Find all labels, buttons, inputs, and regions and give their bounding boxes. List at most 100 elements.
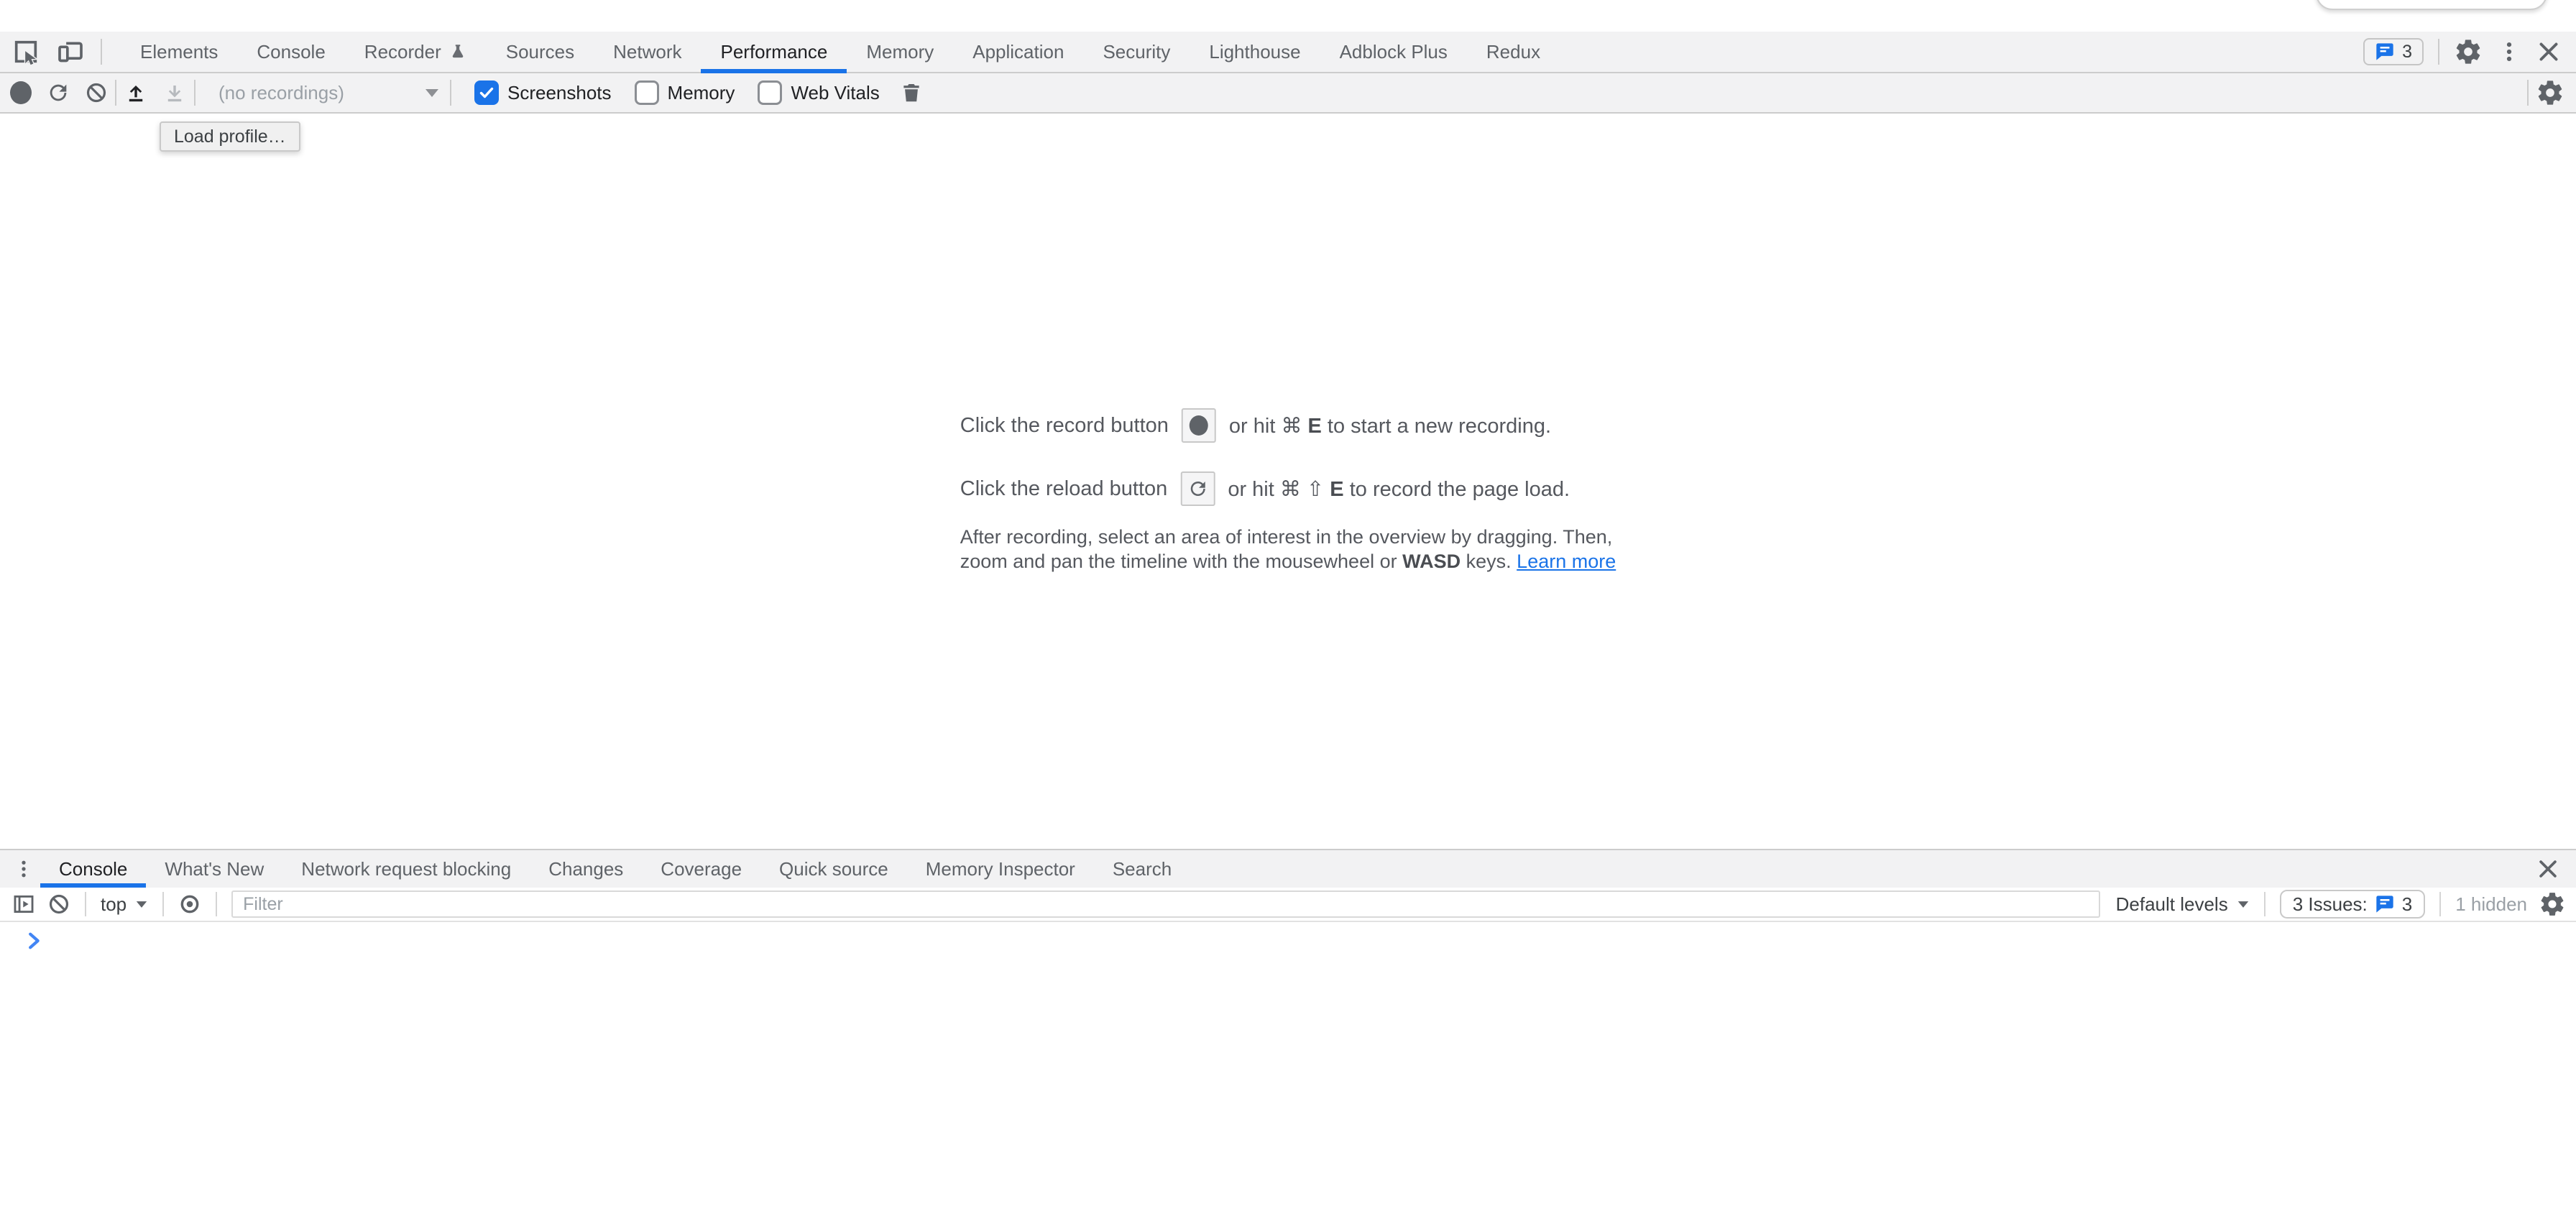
checkbox-checked-icon xyxy=(474,80,499,105)
tab-network[interactable]: Network xyxy=(594,32,701,72)
console-sidebar-icon[interactable] xyxy=(12,892,36,916)
divider xyxy=(2264,892,2266,916)
console-issues-chip[interactable]: 3 Issues: 3 xyxy=(2280,890,2426,919)
kebab-menu-icon[interactable] xyxy=(2497,40,2521,64)
divider xyxy=(162,892,164,916)
drawer-tab-search[interactable]: Search xyxy=(1094,850,1190,888)
eye-icon[interactable] xyxy=(178,893,201,916)
divider xyxy=(85,892,86,916)
tab-console[interactable]: Console xyxy=(237,32,344,72)
clear-icon[interactable] xyxy=(85,81,108,104)
tab-sources[interactable]: Sources xyxy=(487,32,594,72)
tab-label: Performance xyxy=(720,41,827,63)
drawer-tab-memory-inspector[interactable]: Memory Inspector xyxy=(907,850,1094,888)
drawer-tab-quick-source[interactable]: Quick source xyxy=(760,850,907,888)
chevron-down-icon xyxy=(137,901,147,908)
tab-label: Recorder xyxy=(364,41,441,63)
drawer-tab-changes[interactable]: Changes xyxy=(530,850,642,888)
log-levels-select[interactable]: Default levels xyxy=(2116,893,2250,916)
import-icon[interactable] xyxy=(124,80,148,105)
tab-label: Lighthouse xyxy=(1209,41,1300,63)
issues-count: 3 xyxy=(2402,42,2412,63)
record-icon[interactable] xyxy=(10,81,32,104)
close-icon[interactable] xyxy=(2536,39,2562,65)
log-levels-value: Default levels xyxy=(2116,893,2228,916)
tab-recorder[interactable]: Recorder xyxy=(345,32,487,72)
reload-button[interactable] xyxy=(1180,471,1215,506)
screenshots-checkbox[interactable]: Screenshots xyxy=(474,80,612,105)
drawer-tab-coverage[interactable]: Coverage xyxy=(642,850,760,888)
console-toolbar: top Default levels 3 Issues: 3 xyxy=(0,888,2576,922)
tab-label: What's New xyxy=(165,858,264,880)
console-messages-area[interactable] xyxy=(0,922,2576,1206)
tips-text: zoom and pan the timeline with the mouse… xyxy=(960,551,1397,572)
tips-line2: zoom and pan the timeline with the mouse… xyxy=(960,549,1616,574)
clear-console-icon[interactable] xyxy=(47,893,70,916)
tab-label: Network request blocking xyxy=(301,858,511,880)
hint-text: or hit xyxy=(1229,415,1275,438)
hint-text: to record the page load. xyxy=(1350,478,1570,501)
web-vitals-checkbox[interactable]: Web Vitals xyxy=(758,80,879,105)
tips-line1: After recording, select an area of inter… xyxy=(960,525,1616,549)
drawer-kebab-menu-icon[interactable] xyxy=(13,857,34,881)
tab-performance[interactable]: Performance xyxy=(701,32,847,72)
export-icon[interactable] xyxy=(162,80,187,105)
tab-elements[interactable]: Elements xyxy=(121,32,237,72)
memory-checkbox[interactable]: Memory xyxy=(635,80,735,105)
issues-chat-icon xyxy=(2375,42,2395,61)
drawer-tab-whats-new[interactable]: What's New xyxy=(146,850,282,888)
console-settings-gear-icon[interactable] xyxy=(2539,890,2566,918)
load-profile-tooltip: Load profile… xyxy=(160,121,300,152)
record-hint-shortcut: or hit ⌘ E to start a new recording. xyxy=(1229,413,1551,438)
tab-label: Redux xyxy=(1486,41,1540,63)
context-select-value: top xyxy=(101,893,126,916)
chevron-down-icon xyxy=(2238,901,2248,908)
reload-hint-shortcut: or hit ⌘ ⇧ E to record the page load. xyxy=(1228,477,1570,502)
context-select[interactable]: top xyxy=(101,893,148,916)
browser-strip xyxy=(0,0,2576,32)
hidden-count: 1 hidden xyxy=(2455,893,2527,916)
drawer-close-icon[interactable] xyxy=(2536,857,2560,881)
tab-security[interactable]: Security xyxy=(1083,32,1190,72)
main-tabs: Elements Console Recorder Sources Networ… xyxy=(121,32,1560,72)
device-toolbar-icon[interactable] xyxy=(56,37,85,66)
reload-icon[interactable] xyxy=(46,80,70,105)
floating-pill xyxy=(2316,0,2547,10)
tab-memory[interactable]: Memory xyxy=(847,32,953,72)
e-key: E xyxy=(1330,478,1343,501)
landing-instructions: Click the record button or hit ⌘ E to st… xyxy=(960,408,1616,574)
tab-label: Search xyxy=(1113,858,1172,880)
checkbox-label: Memory xyxy=(668,82,735,104)
drawer-tabbar: Console What's New Network request block… xyxy=(0,850,2576,888)
issues-chat-icon xyxy=(2375,895,2395,913)
tab-lighthouse[interactable]: Lighthouse xyxy=(1190,32,1320,72)
tab-adblock-plus[interactable]: Adblock Plus xyxy=(1320,32,1467,72)
tab-label: Application xyxy=(972,41,1064,63)
tab-label: Security xyxy=(1103,41,1170,63)
tab-label: Console xyxy=(257,41,325,63)
inspect-icon[interactable] xyxy=(12,37,40,66)
record-hint-row: Click the record button or hit ⌘ E to st… xyxy=(960,408,1616,443)
chevron-down-icon xyxy=(426,89,438,97)
record-button[interactable] xyxy=(1182,408,1216,443)
tab-label: Elements xyxy=(140,41,218,63)
recordings-select[interactable]: (no recordings) xyxy=(218,82,443,104)
gear-icon[interactable] xyxy=(2536,78,2564,107)
tab-redux[interactable]: Redux xyxy=(1467,32,1560,72)
tooltip-label: Load profile… xyxy=(174,126,286,147)
issues-chip[interactable]: 3 xyxy=(2363,38,2424,65)
tips-text: keys. xyxy=(1466,551,1512,572)
tab-application[interactable]: Application xyxy=(953,32,1083,72)
drawer-tab-network-request-blocking[interactable]: Network request blocking xyxy=(282,850,530,888)
checkbox-unchecked-icon xyxy=(758,80,782,105)
performance-toolbar: (no recordings) Screenshots Memory Web V… xyxy=(0,73,2576,114)
tab-label: Memory xyxy=(866,41,934,63)
performance-panel-content: Load profile… Click the record button or… xyxy=(0,114,2576,849)
learn-more-link[interactable]: Learn more xyxy=(1517,551,1616,572)
gear-icon[interactable] xyxy=(2454,37,2483,66)
drawer-tab-console[interactable]: Console xyxy=(40,850,146,888)
divider xyxy=(2439,892,2441,916)
trash-icon[interactable] xyxy=(900,80,923,105)
filter-input[interactable] xyxy=(231,890,2099,918)
cmd-key-symbol: ⌘ xyxy=(1280,478,1301,501)
